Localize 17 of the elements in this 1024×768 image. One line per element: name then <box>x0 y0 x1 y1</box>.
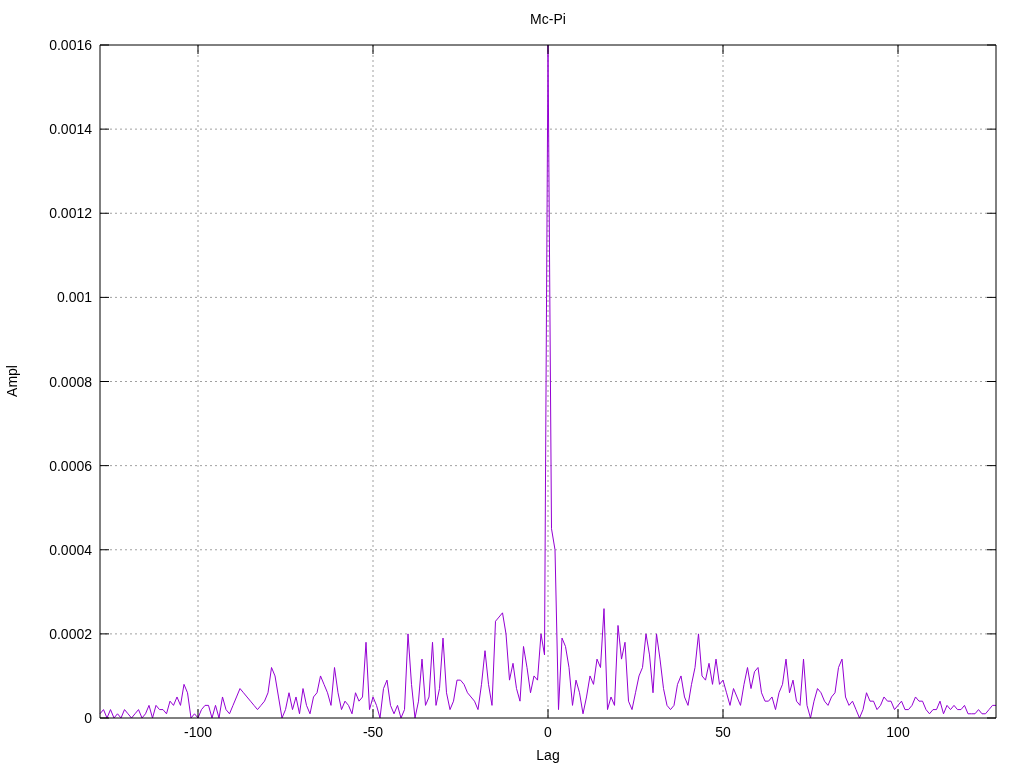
y-tick-label: 0 <box>84 710 92 726</box>
y-tick-label: 0.0008 <box>49 373 92 390</box>
y-tick-label: 0.0006 <box>49 457 92 474</box>
x-tick-label: 50 <box>715 724 731 740</box>
x-tick-label: -100 <box>184 724 212 740</box>
y-tick-label: 0.001 <box>56 289 92 306</box>
x-tick-label: 0 <box>544 724 552 740</box>
y-tick-label: 0.0004 <box>49 541 92 558</box>
x-tick-label: 100 <box>886 724 910 740</box>
chart-title: Mc-Pi <box>530 11 566 27</box>
y-tick-label: 0.0014 <box>49 121 92 138</box>
x-axis-title: Lag <box>536 747 560 763</box>
y-axis-title: Ampl <box>4 365 20 397</box>
x-tick-label: -50 <box>362 724 384 740</box>
y-tick-label: 0.0016 <box>49 37 92 53</box>
y-tick-label: 0.0012 <box>49 205 92 222</box>
y-tick-label: 0.0002 <box>49 625 92 642</box>
